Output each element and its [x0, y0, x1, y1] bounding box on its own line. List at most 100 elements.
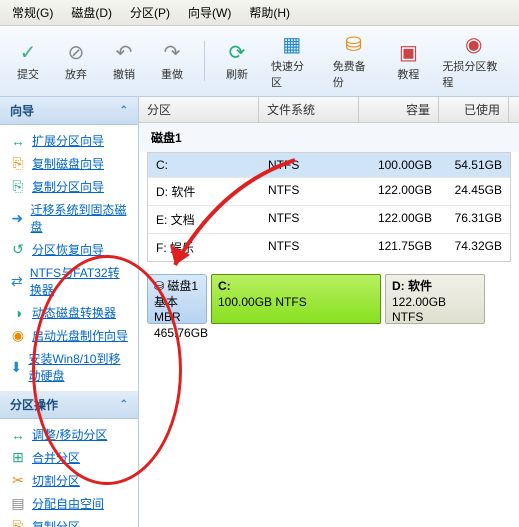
cell-used: 76.31GB: [440, 209, 510, 230]
op-item[interactable]: ⊞合并分区: [0, 446, 138, 469]
lossless-button[interactable]: ◉无损分区教程: [436, 30, 511, 92]
wizard-item[interactable]: ➜ 迁移系统到固态磁盘: [0, 198, 138, 238]
cell-cap: 122.00GB: [360, 181, 440, 202]
undo-button[interactable]: ↶撤销: [104, 38, 144, 84]
wizard-icon: ⇄: [10, 273, 24, 289]
cell-cap: 122.00GB: [360, 209, 440, 230]
wizard-item[interactable]: ↺ 分区恢复向导: [0, 238, 138, 261]
disk-info-block[interactable]: ⛁ 磁盘1 基本 MBR 465.76GB: [147, 274, 207, 324]
partition-d-title: D: 软件: [392, 279, 478, 295]
wizard-icon: ⎘: [10, 156, 26, 172]
wizard-item[interactable]: ⎘复制分区向导: [0, 175, 138, 198]
menu-bar: 常规(G) 磁盘(D) 分区(P) 向导(W) 帮助(H): [0, 0, 519, 26]
wizard-item[interactable]: ⇄ NTFS与FAT32转换器: [0, 261, 138, 301]
cell-name: E: 文档: [148, 209, 260, 230]
menu-disk[interactable]: 磁盘(D): [63, 2, 120, 23]
cell-used: 54.51GB: [440, 156, 510, 174]
op-item[interactable]: ▤分配自由空间: [0, 492, 138, 515]
cell-cap: 100.00GB: [360, 156, 440, 174]
menu-help[interactable]: 帮助(H): [241, 2, 298, 23]
disk-info-sub: 基本 MBR: [154, 295, 200, 326]
disk-info-title: ⛁ 磁盘1: [154, 279, 200, 295]
col-filesystem[interactable]: 文件系统: [259, 97, 359, 122]
tutorial-button[interactable]: ▣教程: [388, 38, 428, 84]
table-row[interactable]: D: 软件 NTFS 122.00GB 24.45GB: [148, 178, 510, 206]
wizard-label: 启动光盘制作向导: [32, 327, 128, 344]
tutorial-icon: ▣: [396, 40, 420, 64]
wizard-item[interactable]: ◉ 启动光盘制作向导: [0, 324, 138, 347]
wizard-label: 复制分区向导: [32, 178, 104, 195]
wizard-icon: ↺: [10, 242, 26, 258]
main-area: 向导 ⌃ ↔扩展分区向导⎘复制磁盘向导⎘复制分区向导➜迁移系统到固态磁盘↺分区恢…: [0, 97, 519, 527]
wizard-label: 动态磁盘转换器: [32, 304, 116, 321]
wizard-icon: ↔: [10, 133, 26, 149]
wizard-icon: ⬇: [10, 359, 22, 375]
wizard-label: NTFS与FAT32转换器: [30, 264, 128, 298]
backup-button[interactable]: ⛁免费备份: [327, 30, 381, 92]
disk-label[interactable]: 磁盘1: [139, 123, 519, 152]
op-icon: ✂: [10, 473, 26, 489]
wizard-item[interactable]: ⎘ 复制磁盘向导: [0, 152, 138, 175]
cell-used: 24.45GB: [440, 181, 510, 202]
wizard-panel-header[interactable]: 向导 ⌃: [0, 97, 138, 125]
cell-fs: NTFS: [260, 156, 360, 174]
cell-used: 74.32GB: [440, 237, 510, 258]
partition-c-sub: 100.00GB NTFS: [218, 295, 374, 311]
redo-button[interactable]: ↷重做: [152, 38, 192, 84]
col-capacity[interactable]: 容量: [359, 97, 439, 122]
discard-button[interactable]: ⊘放弃: [56, 38, 96, 84]
partition-d-sub: 122.00GB NTFS: [392, 295, 478, 326]
wizard-item[interactable]: ⬇ 安装Win8/10到移动硬盘: [0, 347, 138, 387]
commit-button[interactable]: ✓提交: [8, 38, 48, 84]
toolbar: ✓提交 ⊘放弃 ↶撤销 ↷重做 ⟳刷新 ▦快速分区 ⛁免费备份 ▣教程 ◉无损分…: [0, 26, 519, 97]
op-item[interactable]: ⎘复制分区: [0, 515, 138, 527]
ops-panel-header[interactable]: 分区操作 ⌃: [0, 391, 138, 419]
wizard-label: 分区恢复向导: [32, 241, 104, 258]
table-header: 分区 文件系统 容量 已使用: [139, 97, 519, 123]
ops-list: ↔调整/移动分区⊞合并分区✂切割分区▤分配自由空间⎘复制分区✚创建分区✎更改卷标…: [0, 419, 138, 527]
discard-icon: ⊘: [64, 40, 88, 64]
sidebar: 向导 ⌃ ↔扩展分区向导⎘复制磁盘向导⎘复制分区向导➜迁移系统到固态磁盘↺分区恢…: [0, 97, 139, 527]
partition-block-c[interactable]: C: 100.00GB NTFS: [211, 274, 381, 324]
refresh-icon: ⟳: [225, 40, 249, 64]
refresh-button[interactable]: ⟳刷新: [217, 38, 257, 84]
menu-partition[interactable]: 分区(P): [122, 2, 178, 23]
op-label: 分配自由空间: [32, 495, 104, 512]
partition-rows: C: NTFS 100.00GB 54.51GB D: 软件 NTFS 122.…: [147, 152, 511, 262]
collapse-icon[interactable]: ⌃: [120, 105, 128, 116]
op-item[interactable]: ↔调整/移动分区: [0, 423, 138, 446]
wizard-label: 迁移系统到固态磁盘: [30, 201, 128, 235]
cell-fs: NTFS: [260, 237, 360, 258]
cell-fs: NTFS: [260, 209, 360, 230]
ops-panel-title: 分区操作: [10, 396, 58, 413]
separator: [204, 41, 205, 81]
col-used[interactable]: 已使用: [439, 97, 509, 122]
wizard-item[interactable]: ↔扩展分区向导: [0, 129, 138, 152]
collapse-icon[interactable]: ⌃: [120, 399, 128, 410]
partition-icon: ▦: [280, 32, 304, 56]
wizard-label: 安装Win8/10到移动硬盘: [28, 350, 128, 384]
table-row[interactable]: C: NTFS 100.00GB 54.51GB: [148, 153, 510, 178]
op-icon: ⎘: [10, 519, 26, 527]
op-item[interactable]: ✂切割分区: [0, 469, 138, 492]
wizard-panel-title: 向导: [10, 102, 34, 119]
quick-partition-button[interactable]: ▦快速分区: [265, 30, 319, 92]
wizard-list: ↔扩展分区向导 ⎘ 复制磁盘向导 ⎘复制分区向导 ➜ 迁移系统到固态磁盘↺ 分区恢复向导 ⇄ N…: [0, 125, 138, 391]
wizard-icon: ◉: [10, 328, 26, 344]
partition-block-d[interactable]: D: 软件 122.00GB NTFS: [385, 274, 485, 324]
disk-info-size: 465.76GB: [154, 326, 200, 342]
redo-icon: ↷: [160, 40, 184, 64]
menu-general[interactable]: 常规(G): [4, 2, 61, 23]
wizard-item[interactable]: ◑ 动态磁盘转换器: [0, 301, 138, 324]
menu-wizard[interactable]: 向导(W): [180, 2, 239, 23]
wizard-label: 复制磁盘向导: [32, 155, 104, 172]
wizard-icon: ◑: [10, 305, 26, 321]
table-row[interactable]: F: 娱乐 NTFS 121.75GB 74.32GB: [148, 234, 510, 261]
content-area: 分区 文件系统 容量 已使用 磁盘1 C: NTFS 100.00GB 54.5…: [139, 97, 519, 527]
partition-c-title: C:: [218, 279, 374, 295]
wizard-icon: ➜: [10, 210, 24, 226]
table-row[interactable]: E: 文档 NTFS 122.00GB 76.31GB: [148, 206, 510, 234]
undo-icon: ↶: [112, 40, 136, 64]
disk-bar: ⛁ 磁盘1 基本 MBR 465.76GB C: 100.00GB NTFS D…: [147, 274, 511, 324]
col-partition[interactable]: 分区: [139, 97, 259, 122]
